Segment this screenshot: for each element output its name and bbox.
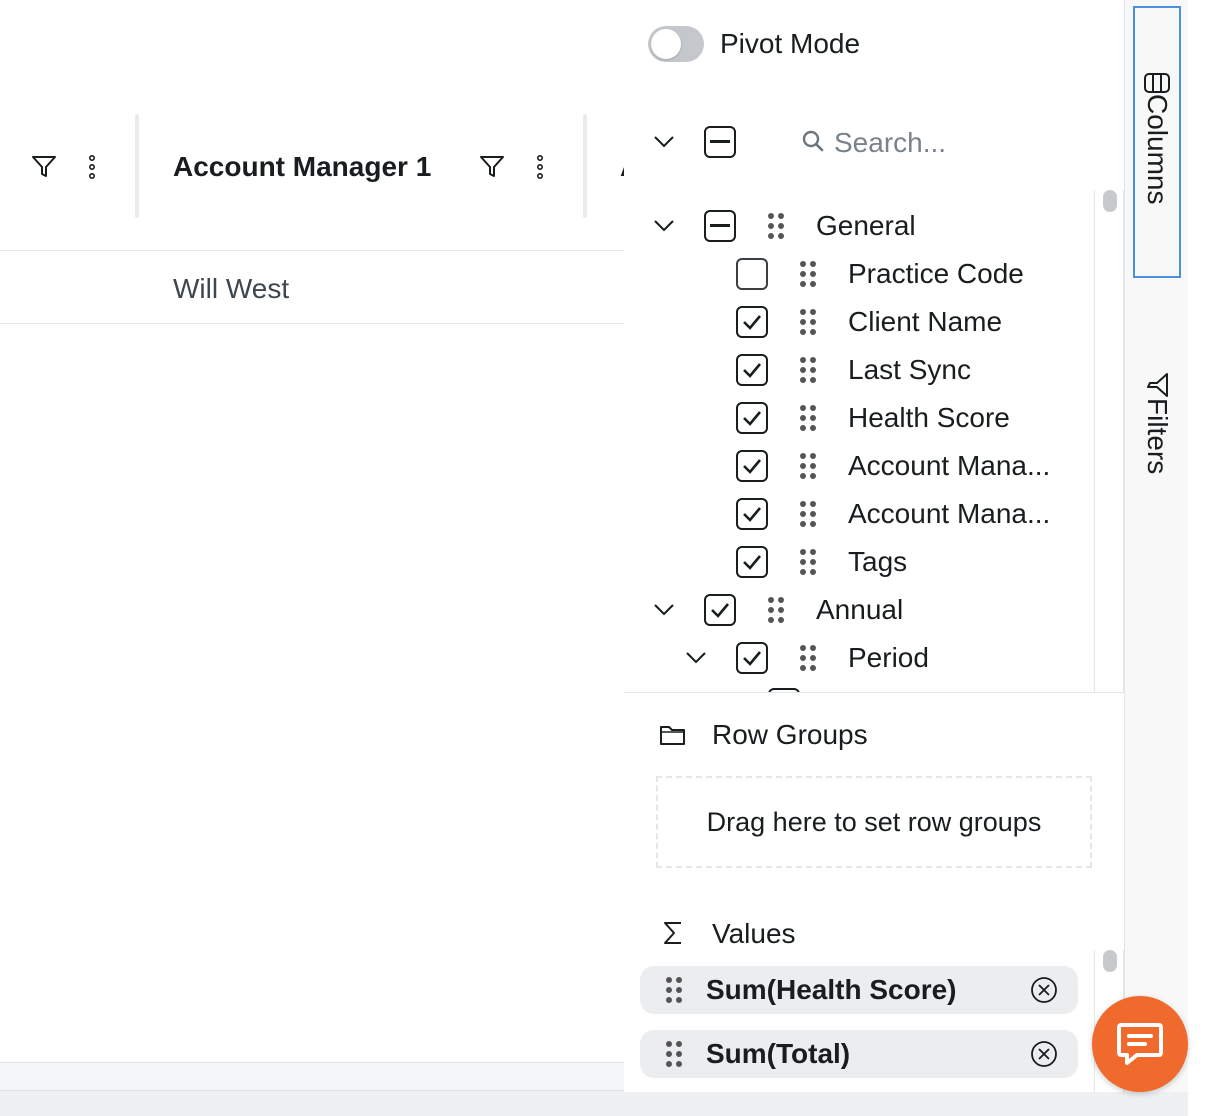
column-checkbox[interactable] [736, 450, 768, 482]
drag-handle-icon[interactable] [766, 595, 786, 625]
column-label: Practice Code [848, 258, 1024, 289]
remove-circle-icon[interactable] [1030, 976, 1058, 1004]
filter-icon[interactable] [476, 150, 508, 184]
column-checkbox[interactable] [736, 306, 768, 338]
column-checkbox[interactable] [736, 258, 768, 290]
column-group-annual[interactable]: Annual [624, 586, 1096, 634]
row-groups-drop-zone[interactable]: Drag here to set row groups [656, 776, 1092, 868]
column-menu-icon[interactable] [524, 150, 556, 184]
column-item-account-manager-1[interactable]: Account Mana... [624, 442, 1096, 490]
values-title: Values [712, 918, 796, 949]
value-chip-label: Sum(Health Score) [706, 974, 957, 1005]
status-bar [0, 1090, 1216, 1116]
column-resize-handle[interactable] [135, 114, 139, 218]
pivot-mode-label: Pivot Mode [720, 28, 861, 59]
drag-handle-icon[interactable] [798, 259, 818, 289]
column-resize-handle[interactable] [583, 114, 587, 218]
search-input[interactable] [834, 120, 1094, 166]
column-group-period[interactable]: Period [624, 634, 1096, 682]
drag-handle-icon[interactable] [664, 975, 684, 1005]
drag-handle-icon[interactable] [798, 307, 818, 337]
column-checkbox[interactable] [736, 402, 768, 434]
filter-icon[interactable] [28, 150, 60, 184]
column-label: Client Name [848, 306, 1003, 337]
pivot-mode-row: Pivot Mode [648, 26, 860, 62]
column-menu-icon[interactable] [76, 150, 108, 184]
drag-handle-icon[interactable] [798, 451, 818, 481]
column-item-client-name[interactable]: Client Name [624, 298, 1096, 346]
chat-button[interactable] [1092, 996, 1188, 1092]
page-edge [1188, 0, 1216, 1116]
tab-filters[interactable]: Filters [1133, 372, 1181, 502]
column-checkbox[interactable] [704, 594, 736, 626]
scrollbar-thumb[interactable] [1103, 190, 1117, 212]
row-groups-drop-hint: Drag here to set row groups [706, 806, 1042, 837]
tab-columns[interactable]: Columns [1133, 6, 1181, 278]
column-header-account-manager-1[interactable]: Account Manager 1 [173, 150, 431, 184]
column-item-practice-code[interactable]: Practice Code [624, 250, 1096, 298]
column-item-last-sync[interactable]: Last Sync [624, 346, 1096, 394]
row-groups-title: Row Groups [712, 719, 868, 750]
folder-icon [658, 720, 688, 750]
column-tree: General Practice Code Client Name Last S… [624, 190, 1096, 692]
column-checkbox[interactable] [736, 498, 768, 530]
search-icon [802, 130, 824, 152]
column-checkbox[interactable] [736, 546, 768, 578]
columns-tool-panel: Pivot Mode General [624, 0, 1124, 1092]
column-label: Last Sync [848, 354, 971, 385]
column-label: Annual [816, 594, 904, 625]
column-group-general[interactable]: General [624, 202, 1096, 250]
remove-circle-icon[interactable] [1030, 1040, 1058, 1068]
column-label: Health Score [848, 402, 1010, 433]
column-checkbox[interactable] [704, 210, 736, 242]
drag-handle-icon[interactable] [798, 403, 818, 433]
collapse-all-chevron-icon[interactable] [648, 126, 680, 158]
sigma-icon [658, 918, 688, 948]
drag-handle-icon[interactable] [798, 547, 818, 577]
column-label: Account Mana... [848, 498, 1051, 529]
columns-icon [1144, 73, 1170, 93]
drag-handle-icon[interactable] [664, 1039, 684, 1069]
column-label: General [816, 210, 916, 241]
column-label: Account Mana... [848, 450, 1051, 481]
column-checkbox[interactable] [736, 354, 768, 386]
column-item-tags[interactable]: Tags [624, 538, 1096, 586]
column-list-scrollbar[interactable] [1094, 190, 1124, 692]
column-label: Tags [848, 546, 908, 577]
tab-filters-label: Filters [1142, 398, 1173, 475]
column-label: Period [848, 642, 929, 673]
value-chip-label: Sum(Total) [706, 1038, 851, 1069]
chat-icon [1117, 1023, 1163, 1065]
column-item-health-score[interactable]: Health Score [624, 394, 1096, 442]
drag-handle-icon[interactable] [798, 499, 818, 529]
table-row[interactable] [0, 251, 624, 324]
drag-handle-icon[interactable] [766, 211, 786, 241]
drag-handle-icon[interactable] [798, 643, 818, 673]
chevron-down-icon[interactable] [680, 642, 712, 674]
table-cell-account-manager-1[interactable]: Will West [173, 272, 289, 306]
chevron-down-icon[interactable] [648, 210, 680, 242]
grid-header-row: Account Manager 1 A [0, 0, 624, 251]
select-all-checkbox[interactable] [704, 126, 736, 158]
chevron-down-icon[interactable] [648, 594, 680, 626]
pivot-mode-toggle[interactable] [648, 26, 704, 62]
tab-columns-label: Columns [1142, 94, 1173, 205]
column-checkbox[interactable] [736, 642, 768, 674]
side-bar: Columns Filters [1124, 0, 1188, 1092]
filter-icon [1147, 373, 1168, 397]
value-chip-sum-total[interactable]: Sum(Total) [640, 1030, 1078, 1078]
divider [624, 692, 1124, 693]
data-grid: Account Manager 1 A Will West [0, 0, 624, 1116]
drag-handle-icon[interactable] [798, 355, 818, 385]
scrollbar-thumb[interactable] [1103, 950, 1117, 972]
column-search-row [648, 120, 1108, 166]
column-item-account-manager-2[interactable]: Account Mana... [624, 490, 1096, 538]
value-chip-sum-health-score[interactable]: Sum(Health Score) [640, 966, 1078, 1014]
